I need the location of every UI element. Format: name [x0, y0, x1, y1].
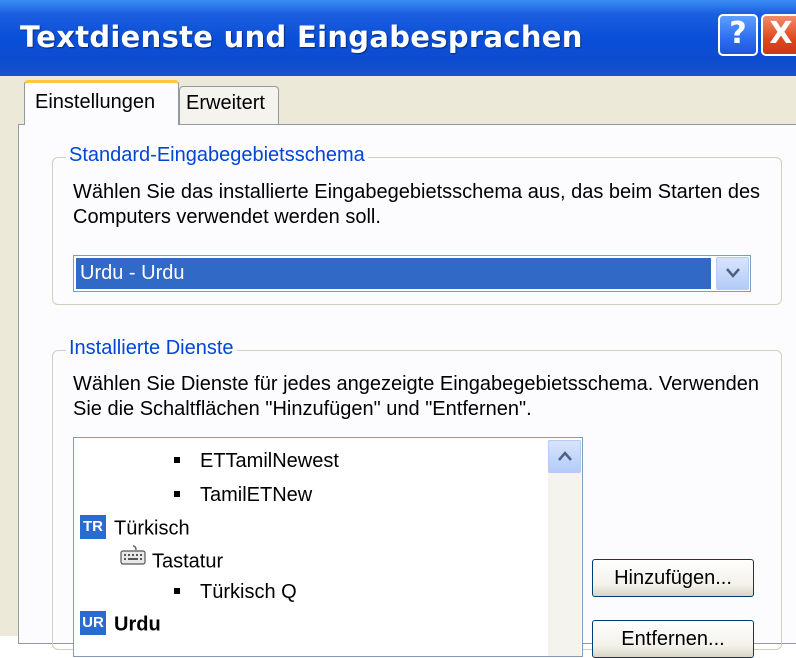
- list-item-category[interactable]: Tastatur: [120, 545, 224, 575]
- list-item-label: ETTamilNewest: [200, 450, 339, 472]
- list-item-label: TamilETNew: [200, 484, 313, 506]
- help-button[interactable]: ?: [718, 14, 758, 56]
- installed-services-description: Wählen Sie Dienste für jedes angezeigte …: [73, 373, 759, 420]
- list-item-label: Tastatur: [152, 550, 224, 573]
- add-button[interactable]: Hinzufügen...: [592, 559, 754, 597]
- chevron-down-icon: [726, 268, 740, 278]
- list-scrollbar[interactable]: [548, 440, 581, 656]
- default-schema-dropdown[interactable]: Urdu - Urdu: [73, 255, 751, 292]
- list-item[interactable]: TamilETNew: [174, 484, 312, 507]
- installed-services-list[interactable]: ETTamilNewest TamilETNew TR Türkisch Tast…: [73, 437, 583, 657]
- scroll-up-button[interactable]: [548, 440, 581, 473]
- tab-erweitert-label: Erweitert: [186, 92, 265, 114]
- default-schema-legend: Standard-Eingabegebietsschema: [66, 144, 368, 167]
- close-button[interactable]: X: [761, 14, 796, 56]
- dropdown-arrow-button[interactable]: [716, 257, 749, 290]
- dropdown-selected-value[interactable]: Urdu - Urdu: [76, 258, 711, 289]
- language-badge: UR: [80, 611, 106, 635]
- bullet-icon: [174, 587, 180, 594]
- list-item-label: Türkisch: [114, 517, 190, 540]
- chevron-up-icon: [558, 451, 572, 461]
- window-title: Textdienste und Eingabesprachen: [20, 20, 583, 54]
- list-item-language-tr[interactable]: TR Türkisch: [80, 515, 190, 541]
- default-schema-description: Wählen Sie das installierte Eingabegebie…: [73, 181, 761, 228]
- tab-einstellungen[interactable]: Einstellungen: [24, 80, 179, 125]
- list-item-language-ur[interactable]: UR Urdu: [80, 611, 161, 637]
- remove-button[interactable]: Entfernen...: [592, 620, 754, 658]
- bullet-icon: [174, 490, 180, 497]
- language-badge: TR: [80, 515, 106, 539]
- list-item[interactable]: ETTamilNewest: [174, 450, 339, 473]
- list-item-label: Urdu: [114, 613, 161, 636]
- keyboard-icon: [120, 545, 146, 571]
- installed-services-legend: Installierte Dienste: [66, 337, 237, 360]
- tab-erweitert[interactable]: Erweitert: [179, 86, 279, 124]
- title-bar[interactable]: Textdienste und Eingabesprachen ? X: [0, 0, 796, 76]
- list-item[interactable]: Türkisch Q: [174, 581, 297, 604]
- list-item-label: Türkisch Q: [200, 581, 297, 603]
- bullet-icon: [174, 456, 180, 463]
